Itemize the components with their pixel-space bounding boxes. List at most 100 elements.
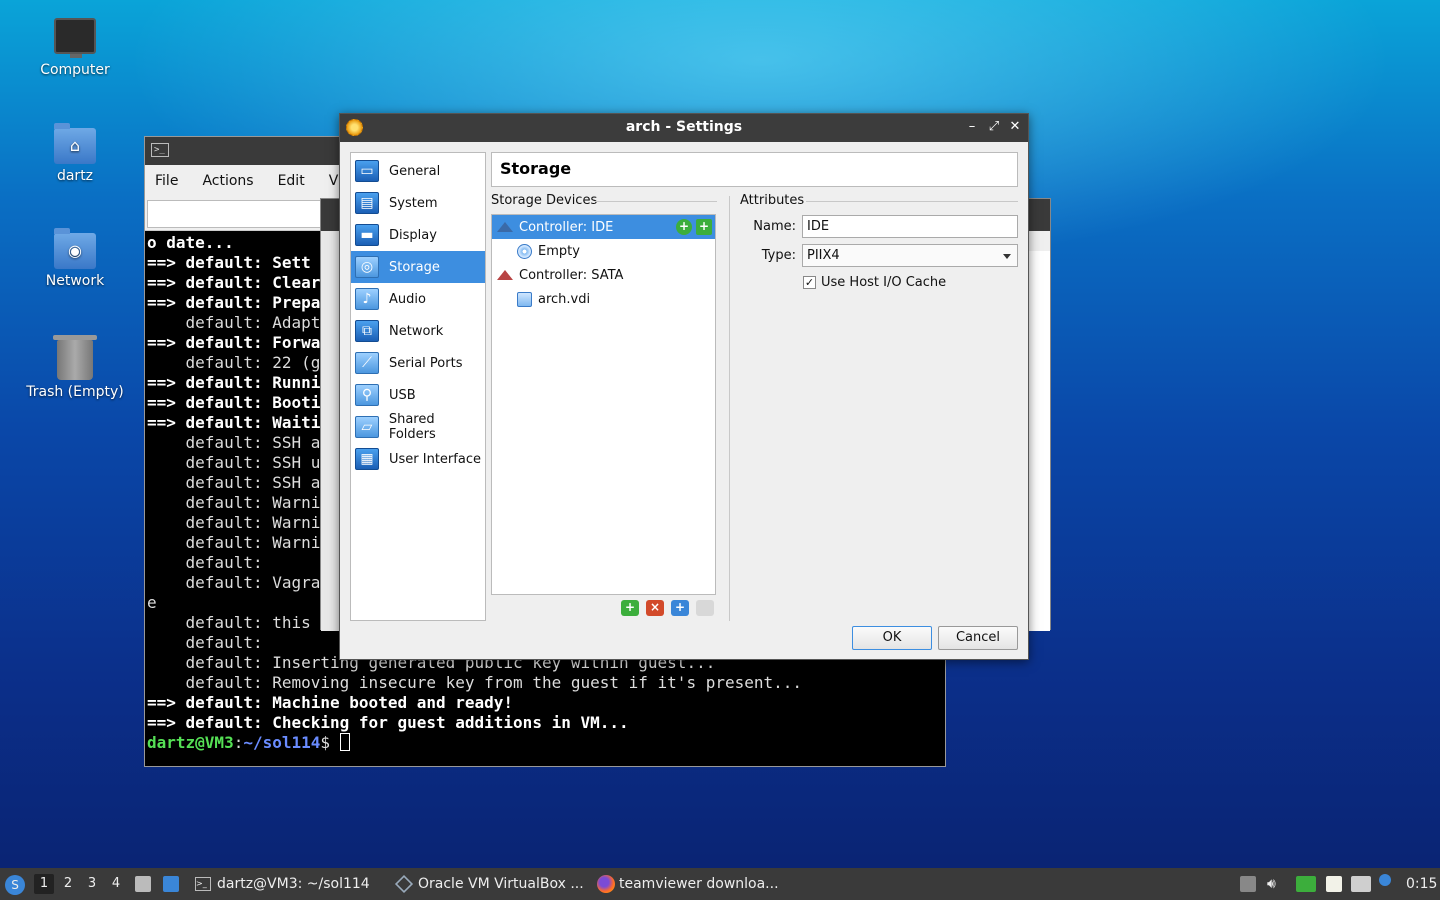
menu-actions[interactable]: Actions [202,173,253,189]
add-controller-icon[interactable]: + [621,600,639,616]
network-folder-icon: ◉ [54,228,96,269]
taskbar: S 1 2 3 4 >_ dartz@VM3: ~/sol114 Oracle V… [0,868,1440,900]
menu-edit[interactable]: Edit [278,173,305,189]
desktop-icon-dartz[interactable]: ⌂ dartz [20,123,130,184]
nav-item-shared-folders[interactable]: ▱ Shared Folders [351,411,485,443]
add-optical-drive-icon[interactable]: + [676,219,692,235]
show-desktop-icon[interactable] [163,876,179,892]
virtualbox-icon [394,874,414,894]
storage-icon: ◎ [355,256,379,278]
virtualbox-manager-pane [1028,251,1050,631]
dialog-titlebar[interactable]: arch - Settings – ⤢ ✕ [340,114,1028,142]
nav-item-general[interactable]: ▭ General [351,155,485,187]
workspace-3[interactable]: 3 [82,874,102,894]
task-firefox[interactable]: teamviewer downloa... [597,868,779,900]
nav-item-label: Storage [389,259,440,275]
desktop-icon-computer[interactable]: Computer [20,18,130,78]
nav-item-serial-ports[interactable]: ⟋ Serial Ports [351,347,485,379]
page-title: Storage [491,152,1018,187]
desktop-icon-network[interactable]: ◉ Network [20,228,130,289]
maximize-icon[interactable]: ⤢ [985,118,1003,136]
nav-item-label: Audio [389,291,426,307]
workspace-4[interactable]: 4 [106,874,126,894]
close-icon[interactable]: ✕ [1006,118,1024,136]
prompt-path: ~/sol114 [243,733,321,752]
task-terminal[interactable]: >_ dartz@VM3: ~/sol114 [195,868,370,900]
desktop-icon-trash[interactable]: Trash (Empty) [20,335,130,400]
storage-tree[interactable]: Controller: IDE + + Empty Controller: SA… [491,214,716,595]
task-virtualbox[interactable]: Oracle VM VirtualBox ... [394,868,584,900]
remove-attachment-icon[interactable] [696,600,714,616]
tree-item-controller-ide[interactable]: Controller: IDE + + [492,215,715,239]
terminal-icon: >_ [151,143,169,157]
optical-disc-icon [516,243,532,259]
host-io-cache-checkbox[interactable]: ✓ [803,276,816,289]
host-io-cache-label: Use Host I/O Cache [821,275,947,290]
nav-item-system[interactable]: ▤ System [351,187,485,219]
nav-item-display[interactable]: ▬ Display [351,219,485,251]
tree-item-label: Controller: IDE [519,219,614,235]
clock[interactable]: 0:15 [1406,868,1437,900]
nav-item-network[interactable]: ⧉ Network [351,315,485,347]
name-input[interactable]: IDE [802,215,1018,238]
cancel-button[interactable]: Cancel [938,626,1018,650]
nav-item-usb[interactable]: ⚲ USB [351,379,485,411]
nav-item-label: Shared Folders [388,412,436,442]
terminal-prompt[interactable]: dartz@VM3:~/sol114$ [147,733,945,753]
shared-folders-icon: ▱ [355,416,379,438]
network-icon: ⧉ [355,320,379,342]
nav-item-label: USB [389,387,416,403]
remove-controller-icon[interactable]: × [646,600,664,616]
task-label: Oracle VM VirtualBox ... [418,876,584,892]
workspace-1[interactable]: 1 [34,874,54,894]
controller-icon [497,267,513,283]
volume-icon[interactable]: 🔊︎ [1267,868,1276,900]
clipboard-icon[interactable] [1240,876,1256,892]
tree-item-label: Empty [538,243,580,259]
add-hard-disk-icon[interactable]: + [696,219,712,235]
nav-item-label: User Interface [389,451,481,467]
nav-item-label: Serial Ports [389,355,463,371]
add-attachment-icon[interactable]: + [671,600,689,616]
user-interface-icon: ▦ [355,448,379,470]
terminal-line: ==> default: Checking for guest addition… [147,713,629,732]
nav-item-storage[interactable]: ◎ Storage [351,251,485,283]
settings-dialog: arch - Settings – ⤢ ✕ ▭ General ▤ System… [339,113,1029,660]
settings-nav: ▭ General ▤ System ▬ Display ◎ Storage ♪… [350,152,486,621]
network-status-icon[interactable] [1351,876,1371,892]
serial-ports-icon: ⟋ [355,352,379,374]
storage-devices-label: Storage Devices [491,193,598,208]
computer-icon [54,18,96,58]
terminal-line: default: Removing insecure key from the … [147,673,803,692]
cursor [339,733,350,751]
system-icon: ▤ [355,192,379,214]
chevron-down-icon [1003,254,1011,259]
terminal-line: ==> default: Machine booted and ready! [147,693,514,712]
nav-item-label: System [389,195,438,211]
ok-button[interactable]: OK [852,626,932,650]
minimize-icon[interactable]: – [963,118,981,136]
type-select[interactable]: PIIX4 [802,244,1018,267]
general-icon: ▭ [355,160,379,182]
nav-item-audio[interactable]: ♪ Audio [351,283,485,315]
menu-file[interactable]: File [155,173,178,189]
tree-item-arch-vdi[interactable]: arch.vdi [492,287,715,311]
type-select-value: PIIX4 [807,248,840,263]
updates-icon[interactable] [1296,876,1316,892]
task-label: teamviewer downloa... [619,876,779,892]
start-menu-icon[interactable]: S [5,875,25,895]
controller-icon [497,219,513,235]
panel-divider [729,196,730,621]
name-label: Name: [753,219,796,234]
notes-icon[interactable] [1326,876,1342,892]
desktop-icon-label: Trash (Empty) [26,384,124,400]
tree-item-controller-sata[interactable]: Controller: SATA [492,263,715,287]
tree-item-empty[interactable]: Empty [492,239,715,263]
notification-icon[interactable] [1379,874,1391,886]
nav-item-user-interface[interactable]: ▦ User Interface [351,443,485,475]
prompt-user: dartz@VM3 [147,733,234,752]
storage-devices-divider [595,201,717,202]
nav-item-label: Network [389,323,444,339]
file-manager-icon[interactable] [135,876,151,892]
workspace-2[interactable]: 2 [58,874,78,894]
